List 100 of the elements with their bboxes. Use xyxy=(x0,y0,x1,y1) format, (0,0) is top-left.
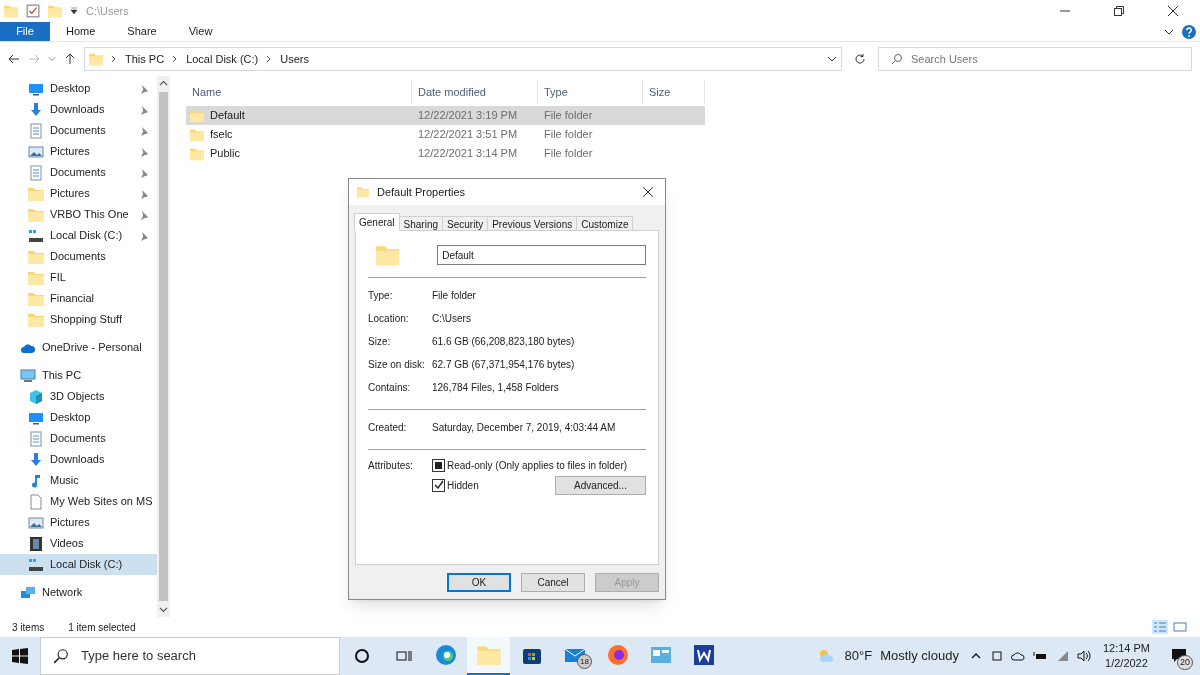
nav-item[interactable]: 3D Objects xyxy=(0,386,157,407)
checkbox[interactable] xyxy=(432,458,445,472)
chevron-down-icon[interactable] xyxy=(827,54,837,64)
breadcrumb[interactable]: Local Disk (C:) xyxy=(186,50,259,68)
chevron-up-icon[interactable] xyxy=(970,651,981,661)
ribbon-tab[interactable]: Share xyxy=(115,22,169,41)
item-count: 3 items xyxy=(12,620,45,635)
nav-item[interactable]: Documents xyxy=(0,162,157,183)
circle-icon[interactable] xyxy=(354,648,370,664)
nav-item[interactable]: Pictures xyxy=(0,512,157,533)
nav-item[interactable]: Desktop xyxy=(0,407,157,428)
advanced-button[interactable]: Advanced... xyxy=(555,475,646,495)
nav-item[interactable]: Local Disk (C:) xyxy=(0,225,157,246)
nav-item[interactable]: OneDrive - Personal xyxy=(0,337,157,358)
column-header[interactable]: Size xyxy=(643,80,705,104)
battery-icon[interactable] xyxy=(1032,650,1047,662)
weather-condition[interactable]: Mostly cloudy xyxy=(880,646,959,666)
breadcrumb[interactable]: This PC xyxy=(125,50,165,68)
nav-item[interactable]: Downloads xyxy=(0,449,157,470)
date-cell-text: 12/22/2021 3:14 PM xyxy=(417,146,519,162)
notification-count: 20 xyxy=(1177,655,1193,670)
name-field[interactable]: Default xyxy=(437,245,646,265)
dialog-button[interactable]: Cancel xyxy=(521,572,585,592)
picture-icon xyxy=(28,514,44,531)
nav-item[interactable]: Music xyxy=(0,470,157,491)
column-header[interactable]: Name xyxy=(186,80,412,104)
file-row[interactable]: fselc 12/22/2021 3:51 PM File folder xyxy=(186,125,705,144)
checkbox-label[interactable]: Read-only (Only applies to files in folder) xyxy=(447,457,628,473)
search-field[interactable]: Search Users xyxy=(878,47,1192,71)
nav-item[interactable]: Financial xyxy=(0,288,157,309)
taskbar-search-field[interactable]: Type here to search xyxy=(40,637,340,675)
nav-item[interactable]: Documents xyxy=(0,428,157,449)
dialog-title: Default Properties xyxy=(377,184,467,200)
temperature[interactable]: 80°F xyxy=(844,646,873,666)
ribbon-tab[interactable]: Home xyxy=(54,22,108,41)
refresh-icon[interactable] xyxy=(854,53,866,65)
drive-icon xyxy=(28,556,44,573)
nav-item[interactable]: My Web Sites on MS xyxy=(0,491,157,512)
search-icon xyxy=(53,648,69,664)
properties-icon[interactable] xyxy=(26,4,40,18)
speaker-icon[interactable] xyxy=(1076,650,1091,662)
nav-item[interactable]: Videos xyxy=(0,533,157,554)
document-icon xyxy=(28,122,44,139)
nav-item[interactable]: Documents xyxy=(0,246,157,267)
windows-logo-icon[interactable] xyxy=(12,648,28,664)
download-icon xyxy=(28,101,44,118)
up-arrow-icon[interactable] xyxy=(64,53,76,65)
nav-item[interactable]: This PC xyxy=(0,365,157,386)
task-view-icon[interactable] xyxy=(396,648,412,664)
property-label: Created: xyxy=(368,421,408,435)
folder-icon xyxy=(28,291,44,306)
dialog-button[interactable]: OK xyxy=(447,572,511,592)
folder-icon xyxy=(357,186,369,198)
nav-item[interactable]: Documents xyxy=(0,120,157,141)
breadcrumb[interactable]: Users xyxy=(280,50,309,68)
property-label: Size on disk: xyxy=(368,358,426,372)
ribbon-tab[interactable]: View xyxy=(176,22,225,41)
nav-item[interactable]: Pictures xyxy=(0,183,157,204)
search-input[interactable]: Search Users xyxy=(911,50,1179,68)
address-bar[interactable]: This PC Local Disk (C:) Users xyxy=(84,47,842,71)
scrollbar[interactable] xyxy=(157,76,170,617)
column-header[interactable]: Type xyxy=(538,80,643,104)
type-cell-text: File folder xyxy=(543,146,594,162)
folder-icon xyxy=(376,243,400,267)
property-value: File folder xyxy=(432,289,476,303)
back-arrow-icon[interactable] xyxy=(8,53,20,65)
nav-item[interactable]: Local Disk (C:) xyxy=(0,554,157,575)
dropdown-icon[interactable] xyxy=(70,7,78,15)
folder-icon xyxy=(28,207,44,222)
close-icon[interactable] xyxy=(643,187,653,197)
folder-icon xyxy=(48,4,62,18)
nav-item[interactable]: Downloads xyxy=(0,99,157,120)
nav-item[interactable]: Network xyxy=(0,582,157,603)
folder-icon xyxy=(28,312,44,327)
checkbox[interactable] xyxy=(432,478,445,492)
help-icon[interactable] xyxy=(1182,24,1196,39)
column-header[interactable]: Date modified xyxy=(412,80,538,104)
file-name: fselc xyxy=(210,127,233,143)
taskbar-search-input[interactable]: Type here to search xyxy=(81,646,327,666)
nav-item[interactable]: Desktop xyxy=(0,78,157,99)
folder-icon xyxy=(28,270,44,285)
taskbar-app[interactable]: 18 xyxy=(553,637,596,675)
property-value: C:\Users xyxy=(432,312,471,326)
cloud-icon[interactable] xyxy=(1010,650,1025,662)
property-label: Type: xyxy=(368,289,394,303)
type-cell-text: File folder xyxy=(543,127,594,143)
wifi-icon[interactable] xyxy=(1056,650,1069,662)
taskbar-app[interactable] xyxy=(467,637,510,675)
file-row[interactable]: Public 12/22/2021 3:14 PM File folder xyxy=(186,144,705,163)
file-row[interactable]: Default 12/22/2021 3:19 PM File folder xyxy=(186,106,705,125)
dialog-tab[interactable]: General xyxy=(354,213,400,231)
nav-item[interactable]: VRBO This One xyxy=(0,204,157,225)
file-tab[interactable]: File xyxy=(0,22,50,41)
nav-item[interactable]: FIL xyxy=(0,267,157,288)
notification-count: 18 xyxy=(577,654,592,669)
checkbox-label[interactable]: Hidden xyxy=(447,477,479,493)
clock[interactable]: 12:14 PM 1/2/2022 xyxy=(1102,641,1150,671)
nav-item[interactable]: Pictures xyxy=(0,141,157,162)
document-icon xyxy=(28,164,44,181)
nav-item[interactable]: Shopping Stuff xyxy=(0,309,157,330)
